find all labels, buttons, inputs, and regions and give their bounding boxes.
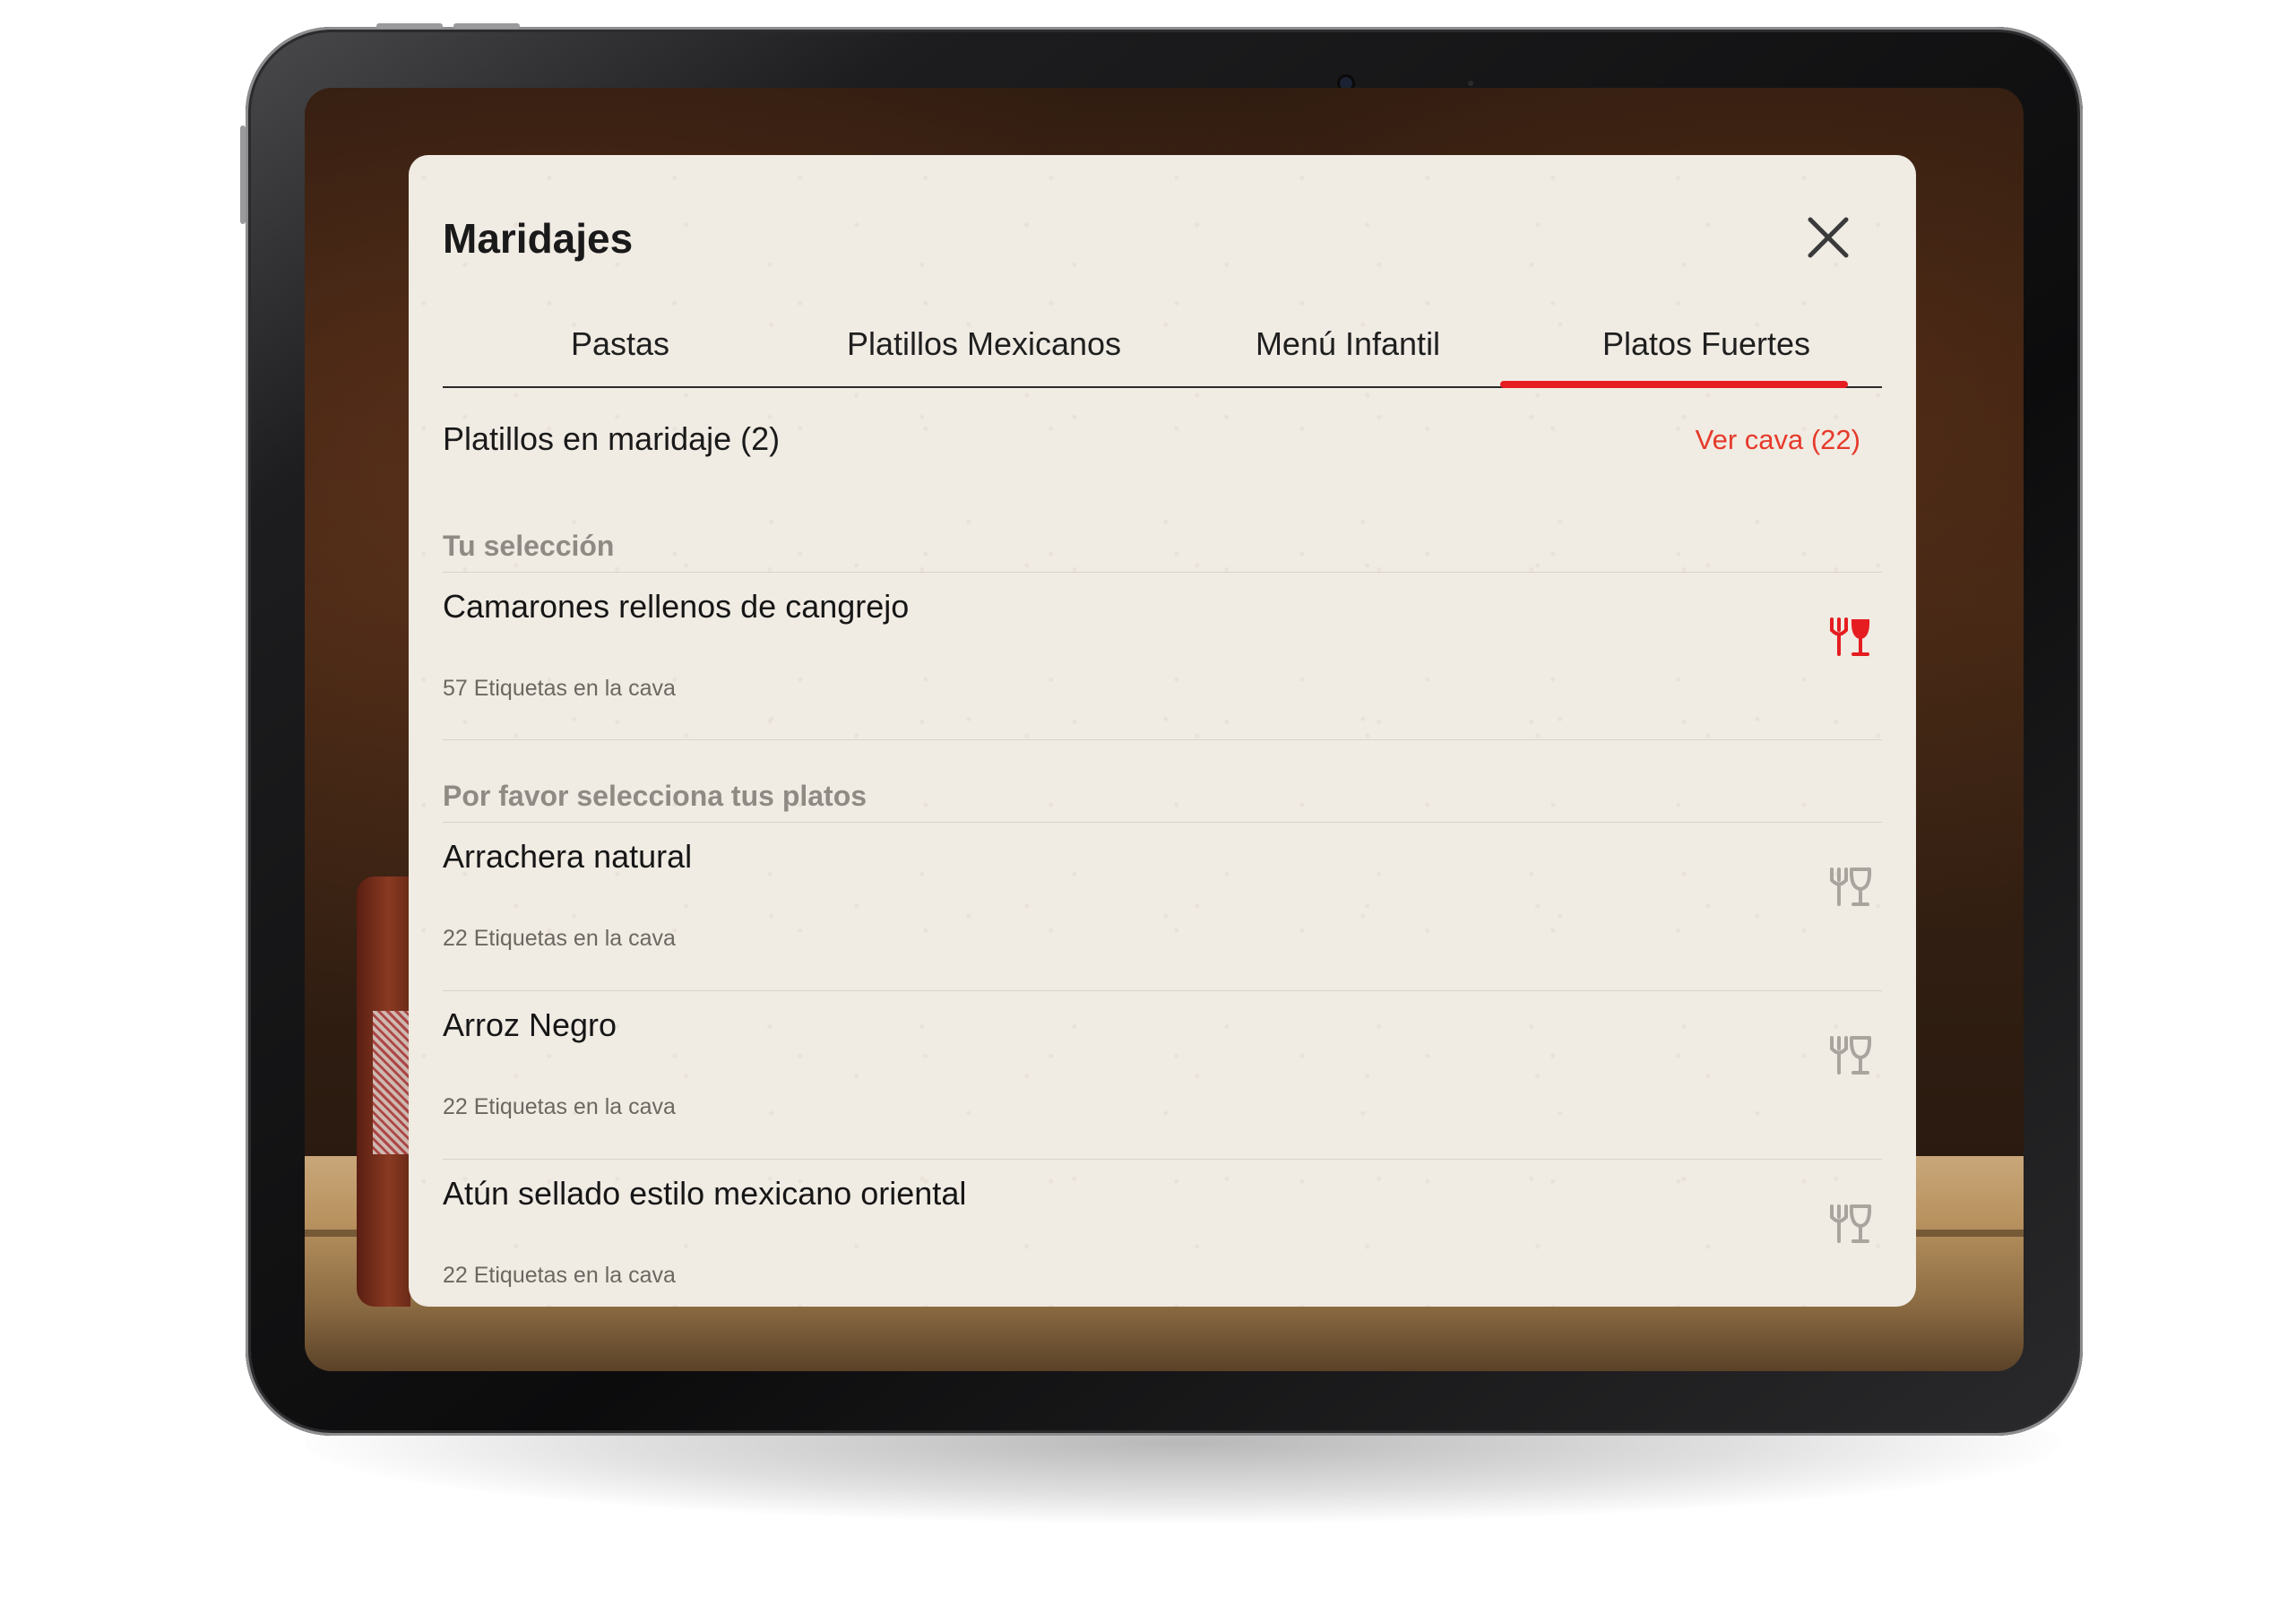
dish-label-count: 22 Etiquetas en la cava: [443, 926, 676, 951]
divider: [443, 572, 1882, 573]
category-tabs: Pastas Platillos Mexicanos Menú Infantil…: [443, 307, 1882, 388]
dish-label-count: 22 Etiquetas en la cava: [443, 1094, 676, 1119]
tab-platos-fuertes[interactable]: Platos Fuertes: [1529, 307, 1884, 386]
dish-item[interactable]: Atún sellado estilo mexicano oriental 22…: [443, 1175, 1882, 1307]
dish-name: Arrachera natural: [443, 838, 693, 875]
view-cellar-link[interactable]: Ver cava (22): [1696, 424, 1860, 456]
top-button-1: [376, 23, 443, 29]
selected-dish-item[interactable]: Camarones rellenos de cangrejo 57 Etique…: [443, 588, 1882, 722]
tab-platillos-mexicanos[interactable]: Platillos Mexicanos: [807, 307, 1161, 386]
divider: [443, 822, 1882, 823]
dish-name: Atún sellado estilo mexicano oriental: [443, 1175, 967, 1212]
dish-item[interactable]: Arroz Negro 22 Etiquetas en la cava: [443, 1006, 1882, 1141]
fork-wine-glass-icon[interactable]: [1826, 617, 1877, 658]
tab-menu-infantil[interactable]: Menú Infantil: [1170, 307, 1525, 386]
camera-sensor: [1468, 81, 1473, 86]
pairing-count-label: Platillos en maridaje (2): [443, 420, 781, 457]
bottle-label: [373, 1011, 409, 1154]
pairings-modal: Maridajes Pastas Platillos Mexicanos Men…: [409, 155, 1916, 1307]
fork-wine-glass-icon[interactable]: [1826, 867, 1877, 908]
selected-section-header: Tu selección: [443, 530, 615, 562]
fork-wine-glass-icon[interactable]: [1826, 1035, 1877, 1076]
dish-label-count: 22 Etiquetas en la cava: [443, 1263, 676, 1288]
divider: [443, 1159, 1882, 1160]
page: Maridajes Pastas Platillos Mexicanos Men…: [0, 0, 2296, 1597]
divider: [443, 990, 1882, 991]
divider: [443, 739, 1882, 740]
dish-item[interactable]: Arrachera natural 22 Etiquetas en la cav…: [443, 838, 1882, 972]
active-tab-indicator: [1500, 381, 1848, 388]
dish-label-count: 57 Etiquetas en la cava: [443, 676, 676, 701]
top-button-2: [453, 23, 520, 29]
dish-name: Camarones rellenos de cangrejo: [443, 588, 910, 625]
tab-pastas[interactable]: Pastas: [443, 307, 798, 386]
dish-name: Arroz Negro: [443, 1006, 617, 1043]
close-icon: [1808, 217, 1849, 258]
fork-wine-glass-icon[interactable]: [1826, 1204, 1877, 1245]
modal-title: Maridajes: [443, 215, 634, 262]
unselected-section-header: Por favor selecciona tus platos: [443, 780, 867, 812]
side-button: [240, 125, 246, 224]
close-button[interactable]: [1803, 212, 1853, 263]
